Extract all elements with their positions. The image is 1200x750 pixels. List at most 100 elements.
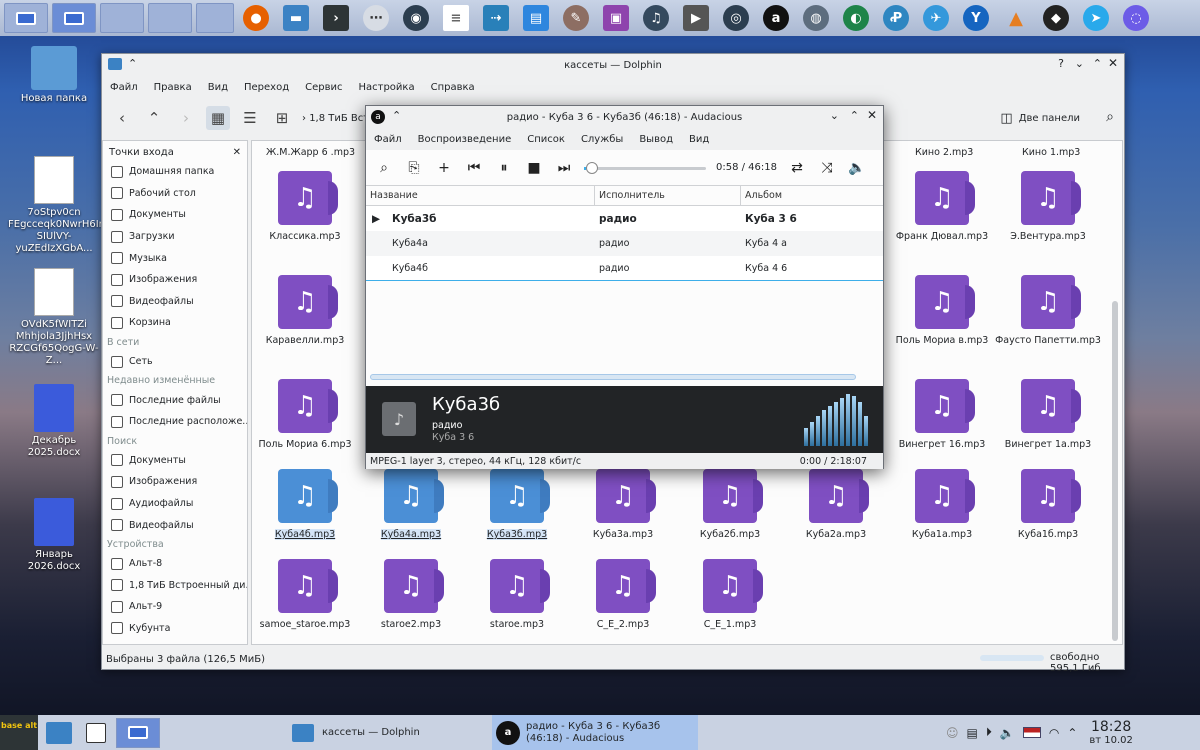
dolphin-titlebar[interactable]: ⌃ кассеты — Dolphin ? ⌄ ⌃ ✕ bbox=[102, 54, 1124, 76]
file-item[interactable]: ♫ Куба3б.mp3 bbox=[464, 469, 570, 540]
menu-view[interactable]: Вид bbox=[689, 134, 709, 145]
file-item[interactable]: ♫ Фаусто Папетти.mp3 bbox=[995, 275, 1101, 346]
desktop-icon-docx-dec[interactable]: Декабрь 2025.docx bbox=[8, 384, 100, 459]
file-item[interactable]: ♫ Куба4а.mp3 bbox=[358, 469, 464, 540]
search-icon[interactable]: ⌕ bbox=[1106, 109, 1114, 125]
file-item[interactable]: ♫ C_E_2.mp3 bbox=[570, 559, 676, 630]
menu-playback[interactable]: Воспроизведение bbox=[418, 134, 512, 145]
places-item[interactable]: Альт-8 bbox=[103, 553, 247, 575]
desktop-icon-image-1[interactable]: 7oStpv0cn FEgcceqk0NwrH6Ir SIUlVY-yuZEdI… bbox=[8, 156, 103, 255]
vlc-icon[interactable]: ▲ bbox=[1003, 5, 1029, 31]
up-icon[interactable]: ⌃ bbox=[142, 106, 166, 130]
file-item[interactable]: ♫ Винегрет 1а.mp3 bbox=[995, 379, 1101, 450]
places-item[interactable]: Изображения bbox=[103, 269, 247, 291]
person-icon[interactable]: ☺ bbox=[946, 726, 959, 740]
file-manager-icon[interactable]: ▬ bbox=[283, 5, 309, 31]
file-item[interactable]: ♫ Куба4б.mp3 bbox=[252, 469, 358, 540]
headphones-icon[interactable]: ♫ bbox=[643, 5, 669, 31]
scrollbar[interactable] bbox=[1112, 301, 1118, 641]
places-item[interactable]: Документы bbox=[103, 450, 247, 472]
menu-output[interactable]: Вывод bbox=[639, 134, 673, 145]
minimize-icon[interactable]: ⌄ bbox=[1075, 57, 1084, 70]
column-artist[interactable]: Исполнитель bbox=[595, 186, 741, 205]
places-item[interactable]: Видеофайлы bbox=[103, 514, 247, 536]
gimp-icon[interactable]: ✎ bbox=[563, 5, 589, 31]
places-item[interactable]: Кубунта bbox=[103, 618, 247, 640]
file-item[interactable]: ♫ staroe.mp3 bbox=[464, 559, 570, 630]
task-audacious[interactable]: a радио - Куба 3 6 - Куба3б (46:18) - Au… bbox=[492, 715, 698, 750]
file-item[interactable]: ♫ staroe2.mp3 bbox=[358, 559, 464, 630]
vpn-icon[interactable]: ◆ bbox=[1043, 5, 1069, 31]
places-item[interactable]: Альт-9 bbox=[103, 596, 247, 618]
search-icon[interactable]: ⌕ bbox=[374, 158, 394, 178]
next-icon[interactable]: ⏭ bbox=[554, 158, 574, 178]
shuffle-icon[interactable]: ⤨ bbox=[817, 158, 837, 178]
tray-expand-icon[interactable]: ⌃ bbox=[1067, 726, 1077, 740]
desktop-icon-new-folder[interactable]: Новая папка bbox=[8, 46, 100, 105]
details-view-icon[interactable]: ⊞ bbox=[270, 106, 294, 130]
file-item[interactable]: ♫ samoe_staroe.mp3 bbox=[252, 559, 358, 630]
file-item[interactable]: ♫ Куба1б.mp3 bbox=[995, 469, 1101, 540]
forward-icon[interactable]: › bbox=[174, 106, 198, 130]
menu-settings[interactable]: Настройка bbox=[358, 82, 414, 93]
places-item[interactable]: Корзина bbox=[103, 312, 247, 334]
clipboard-icon[interactable]: ▤ bbox=[967, 726, 978, 740]
help-icon[interactable]: ? bbox=[1058, 57, 1064, 70]
desktop-switcher-4[interactable] bbox=[148, 3, 192, 33]
disk-icon[interactable]: ◉ bbox=[403, 5, 429, 31]
places-item[interactable]: Последние файлы bbox=[103, 389, 247, 411]
compact-view-icon[interactable]: ☰ bbox=[238, 106, 262, 130]
desktop-switcher-5[interactable] bbox=[196, 3, 234, 33]
volume-icon[interactable]: 🔈 bbox=[847, 158, 867, 178]
menu-view[interactable]: Вид bbox=[208, 82, 228, 93]
media-player-icon[interactable]: ⏵ bbox=[986, 725, 992, 740]
close-icon[interactable]: ✕ bbox=[1108, 56, 1118, 70]
writer-icon[interactable]: ▤ bbox=[523, 5, 549, 31]
menu-help[interactable]: Справка bbox=[431, 82, 475, 93]
keyboard-layout-icon[interactable] bbox=[1022, 727, 1041, 738]
desktop-switcher-3[interactable] bbox=[100, 3, 144, 33]
firefox-icon[interactable]: ● bbox=[243, 5, 269, 31]
icons-view-icon[interactable]: ▦ bbox=[206, 106, 230, 130]
folder-icon[interactable] bbox=[46, 721, 72, 744]
desktop-switcher-1[interactable] bbox=[4, 3, 48, 33]
seek-handle[interactable] bbox=[586, 161, 599, 174]
desktop-icon-image-2[interactable]: OVdK5fWITZi Mhhjola3JjhHsx RZCGf65QogG-W… bbox=[8, 268, 100, 367]
column-title[interactable]: Название bbox=[366, 186, 595, 205]
file-item[interactable]: ♫ Поль Мориа в.mp3 bbox=[889, 275, 995, 346]
places-item[interactable]: Документы bbox=[103, 204, 247, 226]
close-icon[interactable]: ✕ bbox=[867, 108, 877, 122]
network-icon[interactable]: ◠ bbox=[1049, 726, 1059, 740]
seek-slider[interactable] bbox=[584, 161, 706, 174]
previous-icon[interactable]: ⏮ bbox=[464, 158, 484, 178]
menu-go[interactable]: Переход bbox=[244, 82, 289, 93]
file-item[interactable]: ♫ Куба3а.mp3 bbox=[570, 469, 676, 540]
close-panel-icon[interactable]: ✕ bbox=[233, 147, 241, 158]
audacious-titlebar[interactable]: a ⌃ радио - Куба 3 6 - Куба3б (46:18) - … bbox=[366, 106, 883, 128]
places-item[interactable]: Видеофайлы bbox=[103, 291, 247, 313]
back-icon[interactable]: ‹ bbox=[110, 106, 134, 130]
menu-services[interactable]: Службы bbox=[581, 134, 623, 145]
file-item[interactable]: ♫ Куба1а.mp3 bbox=[889, 469, 995, 540]
pager[interactable] bbox=[116, 717, 160, 748]
disk-burner-icon[interactable]: ◎ bbox=[723, 5, 749, 31]
file-label-top[interactable]: Ж.М.Жарр 6 .mp3 bbox=[266, 147, 355, 158]
places-item[interactable]: Рабочий стол bbox=[103, 183, 247, 205]
menu-edit[interactable]: Правка bbox=[154, 82, 192, 93]
places-item[interactable]: Последние расположе... bbox=[103, 411, 247, 433]
file-item[interactable]: ♫ Куба2а.mp3 bbox=[783, 469, 889, 540]
open-file-icon[interactable]: ⎘ bbox=[404, 158, 424, 178]
volume-icon[interactable]: 🔈 bbox=[1000, 726, 1015, 740]
playlist-row[interactable]: ▶ Куба3б радио Куба 3 6 bbox=[366, 206, 883, 231]
playlist-row[interactable]: Куба4а радио Куба 4 а bbox=[366, 231, 883, 256]
repeat-icon[interactable]: ⇄ bbox=[787, 158, 807, 178]
file-item[interactable]: ♫ Винегрет 16.mp3 bbox=[889, 379, 995, 450]
telegram-icon[interactable]: ➤ bbox=[1083, 5, 1109, 31]
audacious-icon[interactable]: a bbox=[763, 5, 789, 31]
places-item[interactable]: Домашняя папка bbox=[103, 161, 247, 183]
clock[interactable]: 18:28 вт 10.02 bbox=[1089, 719, 1133, 746]
menu-file[interactable]: Файл bbox=[110, 82, 138, 93]
menu-file[interactable]: Файл bbox=[374, 134, 402, 145]
start-menu-button[interactable]: base alt bbox=[0, 715, 38, 750]
split-button[interactable]: ◫ Две панели bbox=[1000, 111, 1080, 126]
